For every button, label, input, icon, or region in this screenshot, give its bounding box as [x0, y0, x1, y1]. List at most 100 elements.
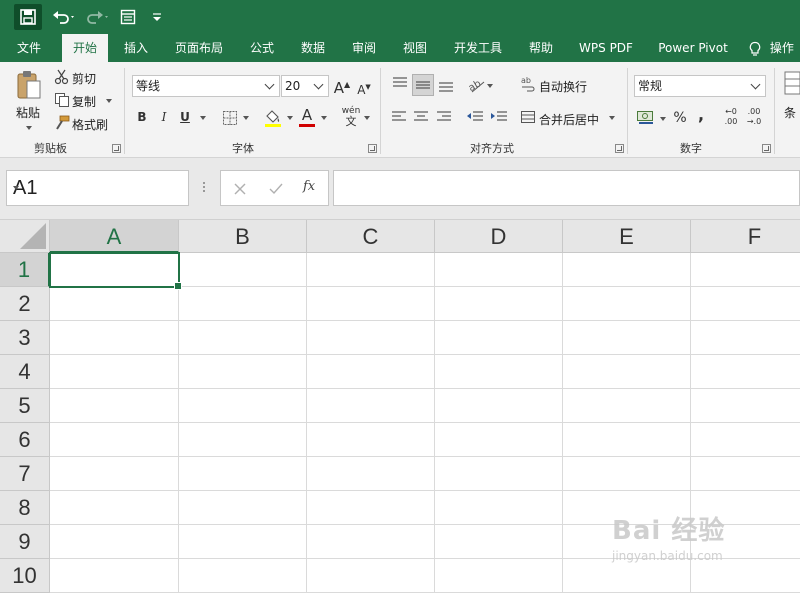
cell-b5[interactable]	[179, 389, 307, 423]
row-header-8[interactable]: 8	[0, 491, 50, 525]
align-top-button[interactable]	[390, 74, 410, 94]
cell-e6[interactable]	[563, 423, 691, 457]
increase-indent-button[interactable]	[489, 108, 509, 126]
cell-a2[interactable]	[50, 287, 179, 321]
decrease-decimal-button[interactable]: .00 →.0	[744, 106, 764, 130]
active-cell-a1[interactable]	[49, 252, 182, 290]
splitter-handle[interactable]	[202, 180, 206, 196]
row-header-5[interactable]: 5	[0, 389, 50, 423]
formula-input[interactable]	[333, 170, 800, 206]
cancel-icon[interactable]	[233, 182, 247, 196]
row-header-3[interactable]: 3	[0, 321, 50, 355]
fill-color-button[interactable]	[264, 108, 282, 128]
cell-c8[interactable]	[307, 491, 435, 525]
cell-d10[interactable]	[435, 559, 563, 593]
tab-formulas[interactable]: 公式	[241, 34, 283, 62]
fill-color-dropdown-icon[interactable]	[287, 116, 293, 120]
cell-c5[interactable]	[307, 389, 435, 423]
form-icon[interactable]	[116, 4, 140, 30]
cell-b3[interactable]	[179, 321, 307, 355]
borders-button[interactable]	[222, 110, 238, 126]
cell-c10[interactable]	[307, 559, 435, 593]
redo-icon[interactable]	[84, 4, 112, 30]
row-header-4[interactable]: 4	[0, 355, 50, 389]
cell-d8[interactable]	[435, 491, 563, 525]
tab-power-pivot[interactable]: Power Pivot	[650, 34, 736, 62]
number-format-select[interactable]: 常规	[634, 75, 766, 97]
bold-button[interactable]: B	[134, 108, 150, 126]
cell-c4[interactable]	[307, 355, 435, 389]
cell-c2[interactable]	[307, 287, 435, 321]
cell-a4[interactable]	[50, 355, 179, 389]
cell-e4[interactable]	[563, 355, 691, 389]
tab-file[interactable]: 文件	[8, 34, 50, 62]
tab-home[interactable]: 开始	[62, 34, 108, 62]
font-color-button[interactable]: A	[298, 106, 316, 128]
font-name-select[interactable]: 等线	[132, 75, 280, 97]
align-right-button[interactable]	[435, 108, 453, 126]
cell-f4[interactable]	[691, 355, 800, 389]
align-center-button[interactable]	[412, 108, 430, 126]
accounting-format-button[interactable]	[636, 108, 666, 128]
cell-a5[interactable]	[50, 389, 179, 423]
alignment-launcher-icon[interactable]	[615, 144, 624, 153]
cell-c3[interactable]	[307, 321, 435, 355]
column-header-e[interactable]: E	[563, 220, 691, 253]
tab-wps-pdf[interactable]: WPS PDF	[572, 34, 640, 62]
increase-decimal-button[interactable]: ←0 .00	[722, 106, 740, 130]
cell-c7[interactable]	[307, 457, 435, 491]
cell-e5[interactable]	[563, 389, 691, 423]
cell-d4[interactable]	[435, 355, 563, 389]
phonetic-guide-button[interactable]: wén 文	[340, 106, 362, 130]
row-header-2[interactable]: 2	[0, 287, 50, 321]
cell-b4[interactable]	[179, 355, 307, 389]
cell-a7[interactable]	[50, 457, 179, 491]
clipboard-launcher-icon[interactable]	[112, 144, 121, 153]
column-header-d[interactable]: D	[435, 220, 563, 253]
cell-e7[interactable]	[563, 457, 691, 491]
paste-button[interactable]: 粘贴	[10, 68, 48, 134]
cell-d1[interactable]	[435, 253, 563, 287]
customize-qat-icon[interactable]	[148, 4, 166, 30]
align-bottom-button[interactable]	[436, 74, 456, 94]
percent-button[interactable]: %	[672, 109, 688, 127]
tab-data[interactable]: 数据	[292, 34, 334, 62]
cell-d5[interactable]	[435, 389, 563, 423]
name-box[interactable]: A1	[6, 170, 189, 206]
cell-b7[interactable]	[179, 457, 307, 491]
align-left-button[interactable]	[390, 108, 408, 126]
cell-f6[interactable]	[691, 423, 800, 457]
row-header-9[interactable]: 9	[0, 525, 50, 559]
tab-developer[interactable]: 开发工具	[445, 34, 511, 62]
cell-d3[interactable]	[435, 321, 563, 355]
undo-icon[interactable]	[50, 4, 78, 30]
cell-a3[interactable]	[50, 321, 179, 355]
borders-dropdown-icon[interactable]	[243, 116, 249, 120]
cell-f5[interactable]	[691, 389, 800, 423]
tab-insert[interactable]: 插入	[115, 34, 157, 62]
cell-b8[interactable]	[179, 491, 307, 525]
comma-style-button[interactable]: ,	[694, 106, 708, 124]
number-launcher-icon[interactable]	[762, 144, 771, 153]
cell-c1[interactable]	[307, 253, 435, 287]
cell-a9[interactable]	[50, 525, 179, 559]
cell-e10[interactable]	[563, 559, 691, 593]
cell-f3[interactable]	[691, 321, 800, 355]
cell-e1[interactable]	[563, 253, 691, 287]
column-header-f[interactable]: F	[691, 220, 800, 253]
merge-center-button[interactable]: 合并后居中	[520, 108, 620, 128]
underline-button[interactable]: U	[177, 108, 193, 126]
cell-f1[interactable]	[691, 253, 800, 287]
row-header-6[interactable]: 6	[0, 423, 50, 457]
insert-function-icon[interactable]: fx	[303, 179, 315, 194]
cut-button[interactable]: 剪切	[52, 69, 112, 87]
enter-check-icon[interactable]	[268, 182, 284, 196]
font-color-dropdown-icon[interactable]	[321, 116, 327, 120]
cell-e2[interactable]	[563, 287, 691, 321]
save-icon[interactable]	[14, 4, 42, 30]
cell-c6[interactable]	[307, 423, 435, 457]
cell-c9[interactable]	[307, 525, 435, 559]
conditional-formatting-button[interactable]: 条	[782, 70, 800, 132]
font-launcher-icon[interactable]	[368, 144, 377, 153]
italic-button[interactable]: I	[156, 108, 172, 126]
